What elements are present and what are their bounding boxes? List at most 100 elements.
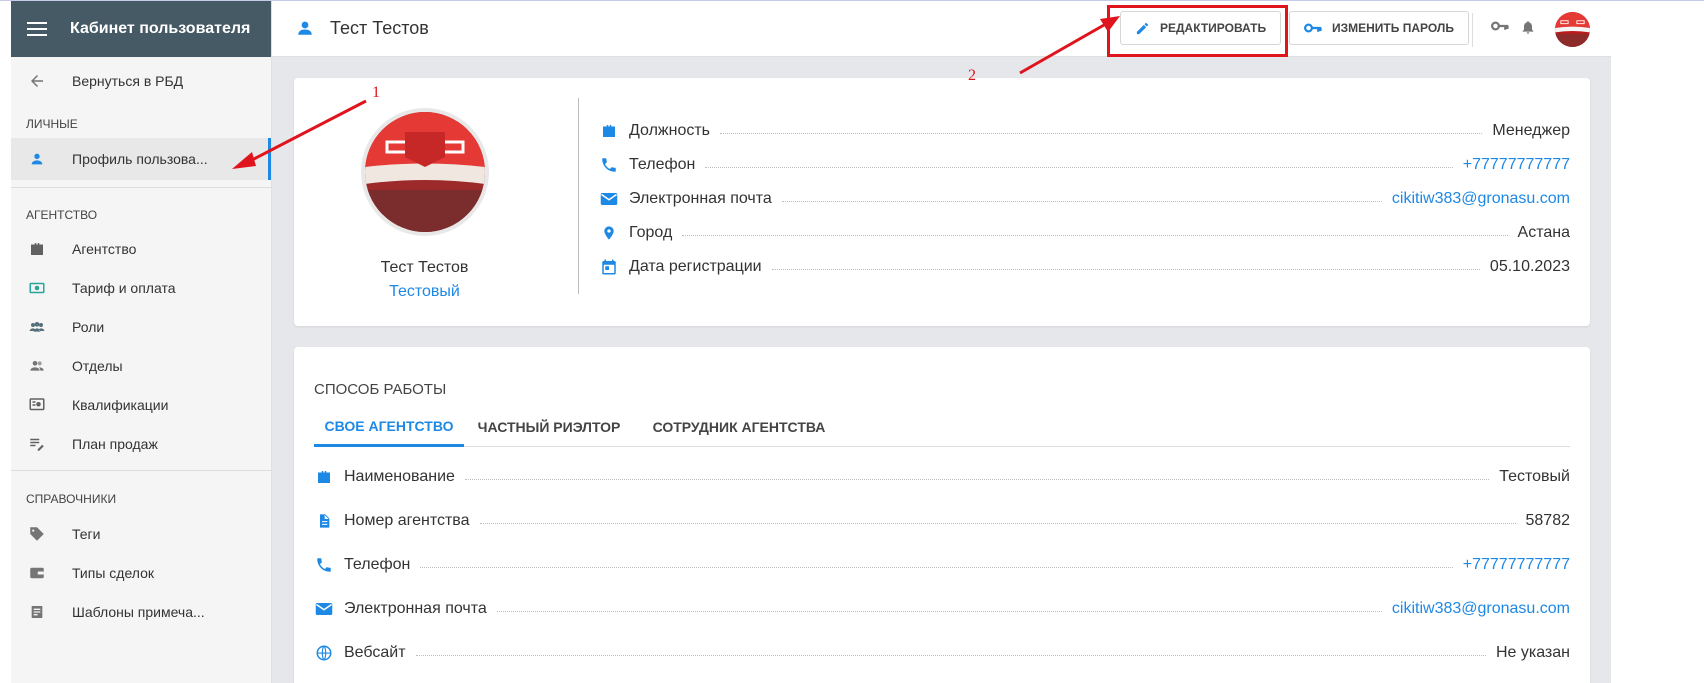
sidebar-item-tags[interactable]: Теги [11, 513, 271, 555]
sidebar-item-sales-plan[interactable]: План продаж [11, 423, 271, 465]
section-personal: ЛИЧНЫЕ [26, 117, 78, 131]
annotation-highlight-box [1107, 5, 1288, 57]
change-password-button[interactable]: ИЗМЕНИТЬ ПАРОЛЬ [1289, 11, 1469, 45]
field-label: Город [629, 224, 673, 241]
field-city: Город Астана [599, 223, 1570, 243]
sidebar-item-label: Квалификации [72, 397, 169, 413]
key-icon[interactable] [1491, 19, 1509, 37]
note-icon [27, 602, 47, 622]
field-registration-date: Дата регистрации 05.10.2023 [599, 257, 1570, 277]
bell-icon[interactable] [1520, 17, 1536, 42]
calendar-icon [599, 257, 619, 277]
dotted-leader [479, 522, 1516, 524]
field-label: Электронная почта [629, 190, 772, 207]
person-icon [296, 19, 314, 42]
profile-card: Тест Тестов Тестовый Должность Менеджер … [294, 78, 1590, 326]
field-value: Астана [1517, 224, 1570, 241]
sidebar-item-label: Шаблоны примеча... [72, 604, 205, 620]
dotted-leader [720, 132, 1483, 134]
person-icon [27, 149, 47, 169]
sidebar-item-deal-types[interactable]: Типы сделок [11, 552, 271, 594]
page-title: Тест Тестов [330, 18, 429, 38]
avatar[interactable] [1555, 12, 1590, 47]
divider [11, 470, 271, 471]
badge-icon [27, 395, 47, 415]
annotation-number-2: 2 [968, 67, 976, 84]
sidebar-item-back[interactable]: Вернуться в РБД [11, 60, 271, 102]
field-label: Должность [629, 122, 710, 139]
people-icon [27, 356, 47, 376]
section-title: СПОСОБ РАБОТЫ [314, 381, 447, 398]
mail-icon [314, 599, 334, 619]
top-bar: Тест Тестов РЕДАКТИРОВАТЬ ИЗМЕНИТЬ ПАРОЛ… [272, 1, 1611, 57]
dotted-leader [420, 566, 1453, 568]
dotted-leader [771, 268, 1480, 270]
change-password-label: ИЗМЕНИТЬ ПАРОЛЬ [1332, 21, 1454, 35]
field-value: Не указан [1495, 644, 1570, 661]
location-icon [599, 223, 619, 243]
field-name: Наименование Тестовый [314, 467, 1570, 487]
sidebar-item-qualifications[interactable]: Квалификации [11, 384, 271, 426]
sidebar-item-label: Роли [72, 319, 105, 335]
sidebar-item-label: Тариф и оплата [72, 280, 176, 296]
field-label: Дата регистрации [629, 258, 762, 275]
field-value: 05.10.2023 [1489, 258, 1570, 275]
mail-icon [599, 189, 619, 209]
dotted-leader [496, 610, 1382, 612]
field-label: Вебсайт [344, 644, 406, 661]
phone-link[interactable]: +77777777777 [1463, 156, 1570, 174]
profile-name: Тест Тестов [380, 259, 469, 276]
toolbar-divider [1472, 13, 1473, 47]
phone-icon [314, 555, 334, 575]
sidebar-item-departments[interactable]: Отделы [11, 345, 271, 387]
sidebar-item-label: Теги [72, 526, 101, 542]
field-agency-email: Электронная почта cikitiw383@gronasu.com [314, 599, 1570, 619]
money-icon [27, 278, 47, 298]
work-method-card: СПОСОБ РАБОТЫ СВОЕ АГЕНТСТВО ЧАСТНЫЙ РИЭ… [294, 347, 1590, 683]
vertical-divider [578, 98, 579, 294]
email-link[interactable]: cikitiw383@gronasu.com [1392, 600, 1570, 618]
field-website: Вебсайт Не указан [314, 643, 1570, 663]
main-area: Тест Тестов РЕДАКТИРОВАТЬ ИЗМЕНИТЬ ПАРОЛ… [272, 1, 1611, 683]
group-icon [27, 317, 47, 337]
edit-list-icon [27, 434, 47, 454]
section-refs: СПРАВОЧНИКИ [26, 492, 117, 506]
tab-agency-employee[interactable]: СОТРУДНИК АГЕНТСТВА [634, 407, 844, 447]
field-agency-phone: Телефон +77777777777 [314, 555, 1570, 575]
dotted-leader [464, 478, 1490, 480]
tab-private-realtor[interactable]: ЧАСТНЫЙ РИЭЛТОР [464, 407, 634, 447]
sidebar-item-label: Вернуться в РБД [72, 73, 184, 89]
sidebar-header: Кабинет пользователя [11, 1, 271, 57]
field-label: Номер агентства [344, 512, 470, 529]
tag-icon [27, 524, 47, 544]
wallet-icon [27, 563, 47, 583]
phone-icon [599, 155, 619, 175]
dotted-leader [781, 200, 1382, 202]
field-position: Должность Менеджер [599, 121, 1570, 141]
phone-link[interactable]: +77777777777 [1463, 556, 1570, 574]
field-email: Электронная почта cikitiw383@gronasu.com [599, 189, 1570, 209]
email-link[interactable]: cikitiw383@gronasu.com [1392, 190, 1570, 208]
sidebar-item-label: Агентство [72, 241, 137, 257]
field-value: 58782 [1525, 512, 1571, 529]
field-value: Менеджер [1492, 122, 1570, 139]
sidebar-item-roles[interactable]: Роли [11, 306, 271, 348]
field-label: Электронная почта [344, 600, 487, 617]
tab-own-agency[interactable]: СВОЕ АГЕНТСТВО [314, 407, 464, 447]
field-label: Телефон [344, 556, 411, 573]
field-value: Тестовый [1499, 468, 1570, 485]
tabs: СВОЕ АГЕНТСТВО ЧАСТНЫЙ РИЭЛТОР СОТРУДНИК… [314, 407, 1570, 447]
sidebar-item-agency[interactable]: Агентство [11, 228, 271, 270]
sidebar-item-profile[interactable]: Профиль пользова... [11, 138, 271, 180]
section-agency: АГЕНТСТВО [26, 208, 98, 222]
divider [11, 187, 271, 188]
profile-role[interactable]: Тестовый [294, 283, 555, 301]
sidebar-item-tariff[interactable]: Тариф и оплата [11, 267, 271, 309]
menu-icon[interactable] [27, 22, 47, 36]
sidebar-item-note-templates[interactable]: Шаблоны примеча... [11, 591, 271, 633]
sidebar-item-label: План продаж [72, 436, 158, 452]
field-label: Телефон [629, 156, 696, 173]
dotted-leader [682, 234, 1508, 236]
dotted-leader [415, 654, 1486, 656]
sidebar-title: Кабинет пользователя [70, 20, 251, 37]
